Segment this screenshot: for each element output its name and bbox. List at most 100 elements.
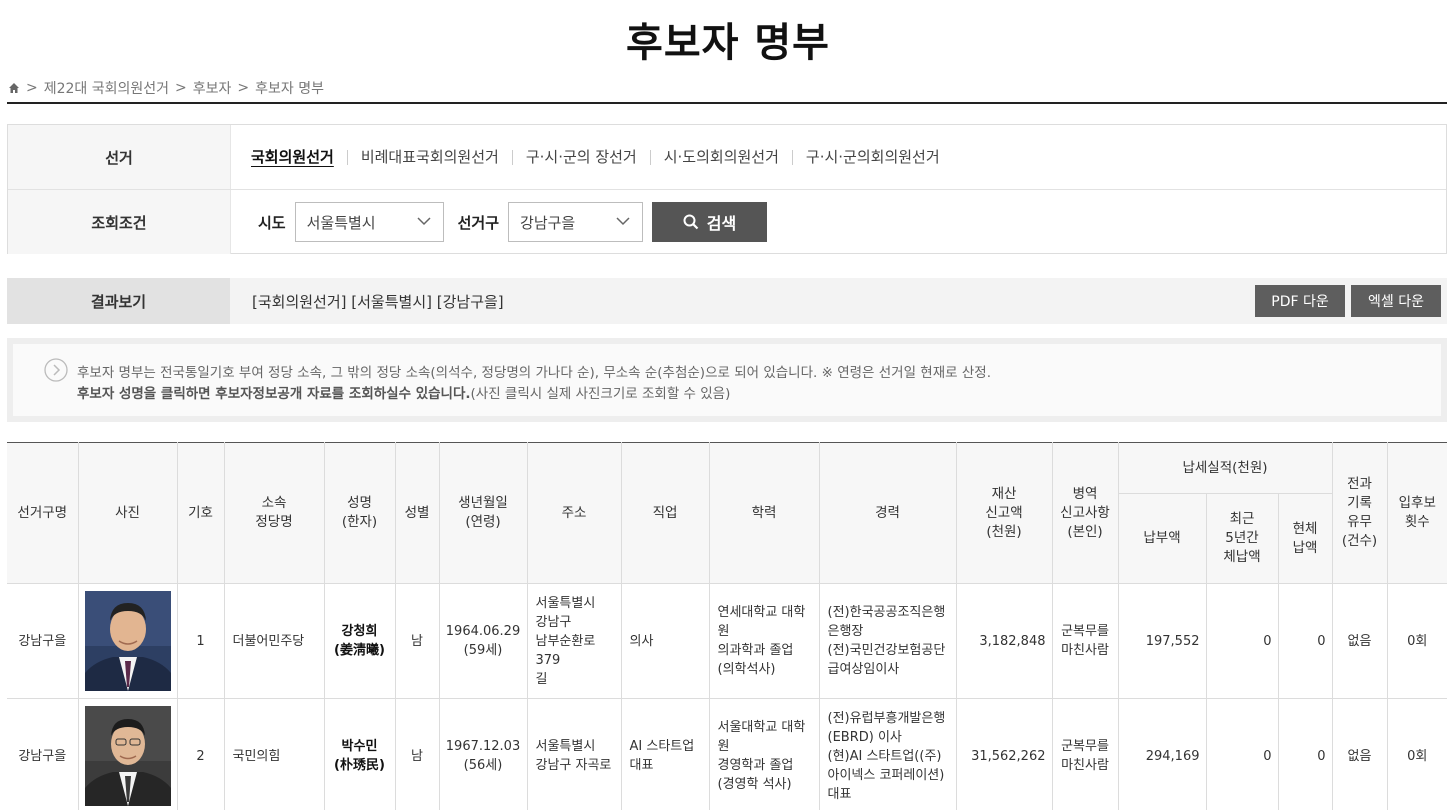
cell-education: 서울대학교 대학원 경영학과 졸업 (경영학 석사) bbox=[708, 698, 820, 810]
condition-label: 조회조건 bbox=[8, 190, 231, 254]
tab-proportional[interactable]: 비례대표국회의원선거 bbox=[346, 149, 512, 165]
cell-birth: 1967.12.03 (56세) bbox=[438, 698, 528, 810]
th-career: 경력 bbox=[818, 442, 957, 584]
tab-national-assembly[interactable]: 국회의원선거 bbox=[251, 149, 347, 165]
cell-tax-paid: 294,169 bbox=[1117, 698, 1207, 810]
cell-photo bbox=[77, 698, 178, 810]
breadcrumb-separator: > bbox=[237, 80, 250, 96]
search-button[interactable]: 검색 bbox=[652, 202, 768, 242]
cell-party: 더불어민주당 bbox=[223, 583, 325, 699]
cell-military: 군복무를 마친사람 bbox=[1051, 698, 1119, 810]
page-title: 후보자 명부 bbox=[626, 20, 830, 66]
notice-line-2: 후보자 성명을 클릭하면 후보자정보공개 자료를 조회하실수 있습니다.(사진 … bbox=[77, 382, 730, 402]
candidate-name-hanja[interactable]: (朴琇民) bbox=[334, 758, 385, 773]
election-tabs: 국회의원선거 비례대표국회의원선거 구·시·군의 장선거 시·도의회의원선거 구… bbox=[231, 125, 953, 189]
notice-line-1: 후보자 명부는 전국통일기호 부여 정당 소속, 그 밖의 정당 소속(의석수,… bbox=[77, 365, 991, 381]
breadcrumb-candidates[interactable]: 후보자 bbox=[193, 78, 232, 98]
th-birth: 생년월일 (연령) bbox=[438, 442, 528, 584]
tab-local-council[interactable]: 구·시·군의회의원선거 bbox=[791, 149, 953, 165]
th-gender: 성별 bbox=[394, 442, 440, 584]
sido-select[interactable]: 서울특별시 bbox=[294, 202, 444, 242]
breadcrumb: > 제22대 국회의원선거 > 후보자 > 후보자 명부 bbox=[8, 78, 324, 98]
notice-box: 후보자 명부는 전국통일기호 부여 정당 소속, 그 밖의 정당 소속(의석수,… bbox=[7, 338, 1447, 422]
cell-tax-current: 0 bbox=[1277, 698, 1333, 810]
district-select[interactable]: 강남구을 bbox=[508, 202, 644, 242]
th-photo: 사진 bbox=[77, 442, 178, 584]
candidate-name-link[interactable]: 강청희 bbox=[342, 624, 378, 639]
cell-assets: 31,562,262 bbox=[955, 698, 1053, 810]
candidate-name-hanja[interactable]: (姜淸曦) bbox=[334, 643, 385, 658]
notice-bold-text: 후보자 성명을 클릭하면 후보자정보공개 자료를 조회하실수 있습니다. bbox=[77, 386, 471, 402]
cell-district: 강남구을 bbox=[7, 583, 79, 699]
district-value: 강남구을 bbox=[520, 213, 576, 232]
breadcrumb-current: 후보자 명부 bbox=[255, 81, 325, 97]
excel-download-button[interactable]: 엑셀 다운 bbox=[1351, 285, 1441, 317]
cell-career: (전)유럽부흥개발은행 (EBRD) 이사 (현)AI 스타트업((주) 아이넥스 코… bbox=[818, 698, 957, 810]
breadcrumb-separator: > bbox=[175, 80, 187, 96]
th-criminal: 전과 기록 유무 (건수) bbox=[1331, 442, 1388, 584]
sido-label: 시도 bbox=[258, 213, 286, 232]
election-row: 선거 국회의원선거 비례대표국회의원선거 구·시·군의 장선거 시·도의회의원선… bbox=[8, 125, 1446, 190]
search-button-label: 검색 bbox=[706, 214, 737, 233]
cell-criminal: 없음 bbox=[1331, 698, 1388, 810]
th-district: 선거구명 bbox=[7, 442, 79, 584]
cell-number: 2 bbox=[176, 698, 225, 810]
cell-gender: 남 bbox=[394, 583, 440, 699]
cell-military: 군복무를 마친사람 bbox=[1051, 583, 1119, 699]
th-number: 기호 bbox=[176, 442, 225, 584]
th-military: 병역 신고사항 (본인) bbox=[1051, 442, 1119, 584]
cell-address: 서울특별시 강남구 남부순환로379 길 bbox=[526, 583, 622, 699]
th-runs: 입후보 횟수 bbox=[1386, 442, 1447, 584]
condition-controls: 시도 서울특별시 선거구 강남구을 검색 bbox=[231, 190, 768, 254]
cell-criminal: 없음 bbox=[1331, 583, 1388, 699]
cell-assets: 3,182,848 bbox=[955, 583, 1053, 699]
chevron-down-icon bbox=[417, 217, 431, 226]
result-label: 결과보기 bbox=[7, 278, 230, 324]
candidate-name-link[interactable]: 박수민 bbox=[342, 739, 378, 754]
election-label: 선거 bbox=[8, 125, 231, 189]
th-education: 학력 bbox=[708, 442, 820, 584]
cell-tax-current: 0 bbox=[1277, 583, 1333, 699]
condition-row: 조회조건 시도 서울특별시 선거구 강남구을 검색 bbox=[8, 190, 1446, 254]
candidate-photo[interactable] bbox=[84, 706, 171, 806]
cell-birth: 1964.06.29 (59세) bbox=[438, 583, 528, 699]
th-party: 소속 정당명 bbox=[223, 442, 325, 584]
candidate-photo[interactable] bbox=[84, 591, 171, 691]
cell-name[interactable]: 박수민 (朴琇民) bbox=[323, 698, 396, 810]
cell-runs: 0회 bbox=[1386, 583, 1447, 699]
table-row: 강남구을 2 국민의힘 박수민 (朴琇民) 남 1967.12.03 (56세)… bbox=[7, 698, 1447, 810]
search-icon bbox=[683, 214, 699, 230]
candidate-table: 선거구명 사진 기호 소속 정당명 성명 (한자) 성별 생년월일 (연령) 주소 직… bbox=[7, 442, 1447, 810]
th-assets: 재산 신고액 (천원) bbox=[955, 442, 1053, 584]
th-tax-current: 현체 납액 bbox=[1277, 493, 1332, 584]
title-divider bbox=[7, 102, 1447, 104]
sido-value: 서울특별시 bbox=[306, 213, 376, 232]
cell-job: 의사 bbox=[620, 583, 710, 699]
chevron-down-icon bbox=[616, 217, 630, 226]
home-icon[interactable] bbox=[8, 82, 20, 94]
notice-rest-text: (사진 클릭시 실제 사진크기로 조회할 수 있음) bbox=[470, 386, 731, 402]
th-tax-arrears: 최근 5년간 체납액 bbox=[1205, 493, 1279, 584]
cell-photo bbox=[77, 583, 178, 699]
search-panel: 선거 국회의원선거 비례대표국회의원선거 구·시·군의 장선거 시·도의회의원선… bbox=[7, 124, 1447, 254]
cell-job: AI 스타트업 대표 bbox=[620, 698, 710, 810]
cell-tax-arrears: 0 bbox=[1205, 583, 1279, 699]
pdf-download-button[interactable]: PDF 다운 bbox=[1255, 285, 1345, 317]
cell-tax-arrears: 0 bbox=[1205, 698, 1279, 810]
result-bar: 결과보기 [국회의원선거] [서울특별시] [강남구을] PDF 다운 엑셀 다… bbox=[7, 278, 1447, 324]
th-name: 성명 (한자) bbox=[323, 442, 396, 584]
cell-education: 연세대학교 대학원 의과학과 졸업 (의학석사) bbox=[708, 583, 820, 699]
th-tax-group: 납세실적(천원) bbox=[1117, 442, 1333, 494]
cell-number: 1 bbox=[176, 583, 225, 699]
cell-name[interactable]: 강청희 (姜淸曦) bbox=[323, 583, 396, 699]
cell-gender: 남 bbox=[394, 698, 440, 810]
tab-local-head[interactable]: 구·시·군의 장선거 bbox=[511, 149, 650, 165]
tab-provincial-council[interactable]: 시·도의회의원선거 bbox=[649, 149, 792, 165]
cell-address: 서울특별시 강남구 자곡로 bbox=[526, 698, 622, 810]
cell-district: 강남구을 bbox=[7, 698, 79, 810]
breadcrumb-election[interactable]: 제22대 국회의원선거 bbox=[44, 78, 169, 98]
th-address: 주소 bbox=[526, 442, 622, 584]
result-summary: [국회의원선거] [서울특별시] [강남구을] bbox=[252, 292, 504, 311]
cell-runs: 0회 bbox=[1386, 698, 1447, 810]
th-tax-paid: 납부액 bbox=[1118, 493, 1207, 584]
